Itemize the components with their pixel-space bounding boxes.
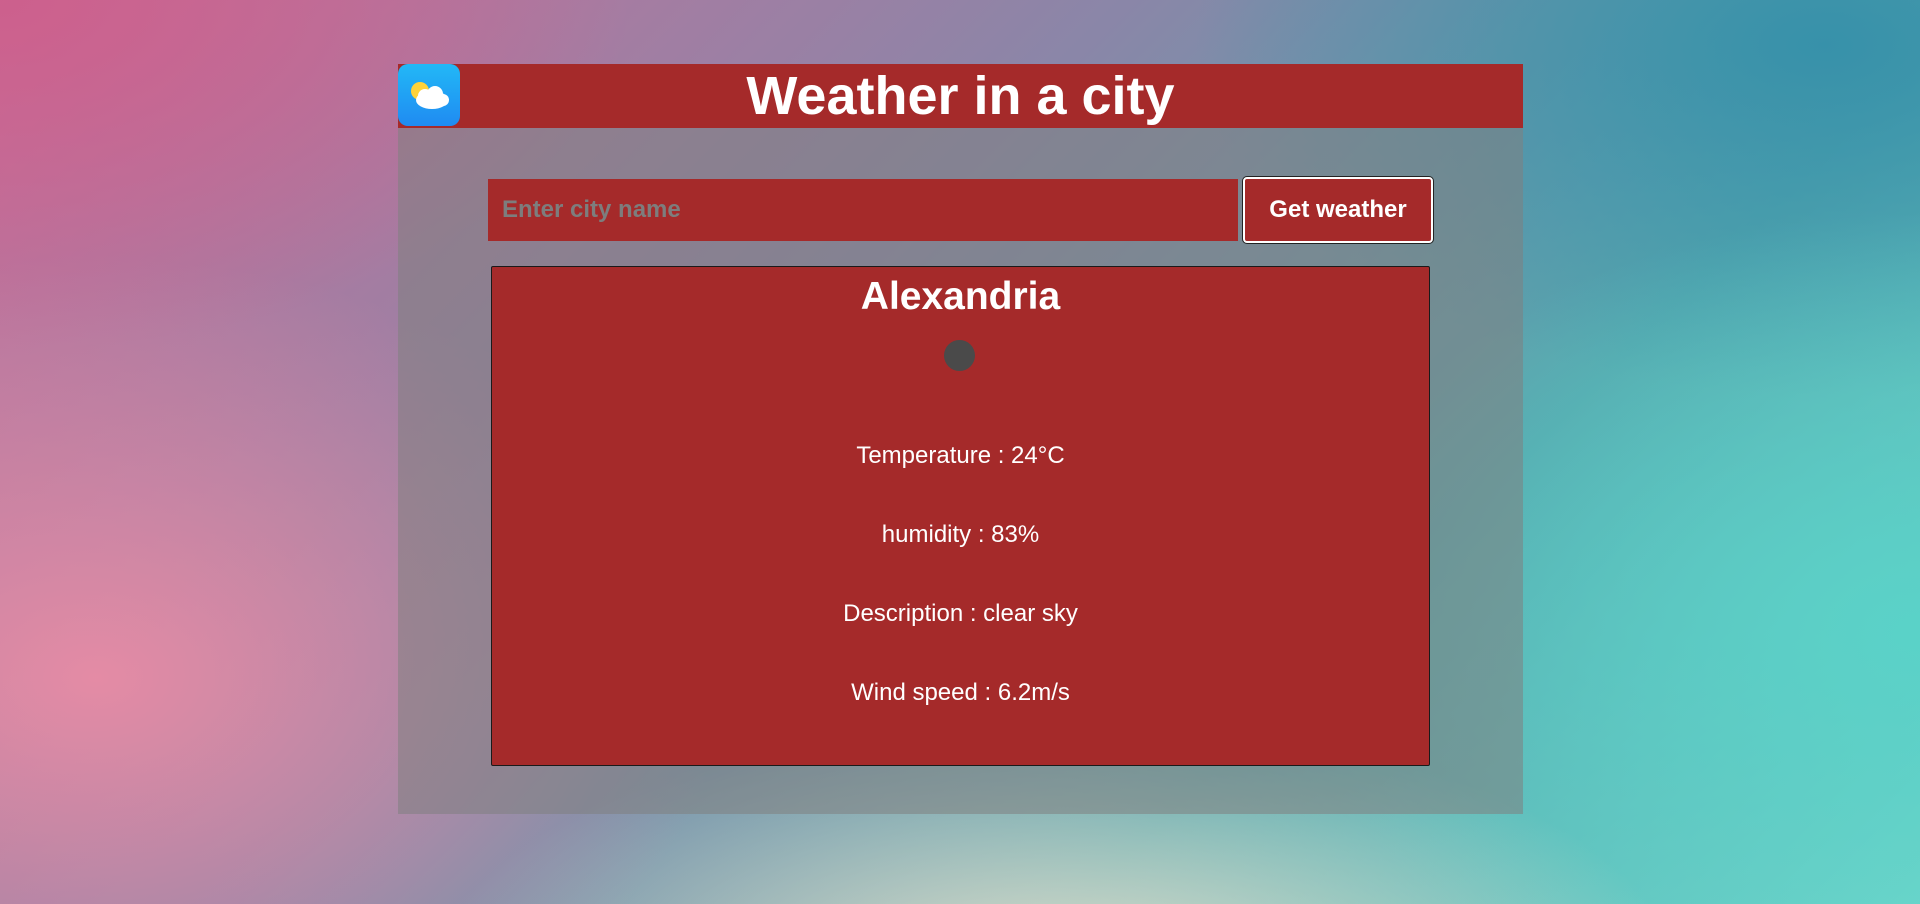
get-weather-button[interactable]: Get weather (1243, 177, 1433, 243)
weather-condition-icon (944, 340, 975, 371)
city-name: Alexandria (860, 275, 1061, 318)
weather-app-icon (398, 64, 460, 126)
temperature-text: Temperature : 24°C (856, 442, 1065, 469)
page-title: Weather in a city (746, 66, 1175, 126)
city-search-input[interactable] (488, 179, 1238, 241)
humidity-text: humidity : 83% (881, 521, 1040, 548)
weather-result-card: Alexandria Temperature : 24°C humidity :… (491, 266, 1430, 766)
wind-speed-text: Wind speed : 6.2m/s (851, 679, 1070, 706)
weather-app-panel: Weather in a city Get weather Alexandria… (398, 64, 1523, 814)
description-text: Description : clear sky (843, 600, 1078, 627)
app-header: Weather in a city (398, 64, 1523, 128)
